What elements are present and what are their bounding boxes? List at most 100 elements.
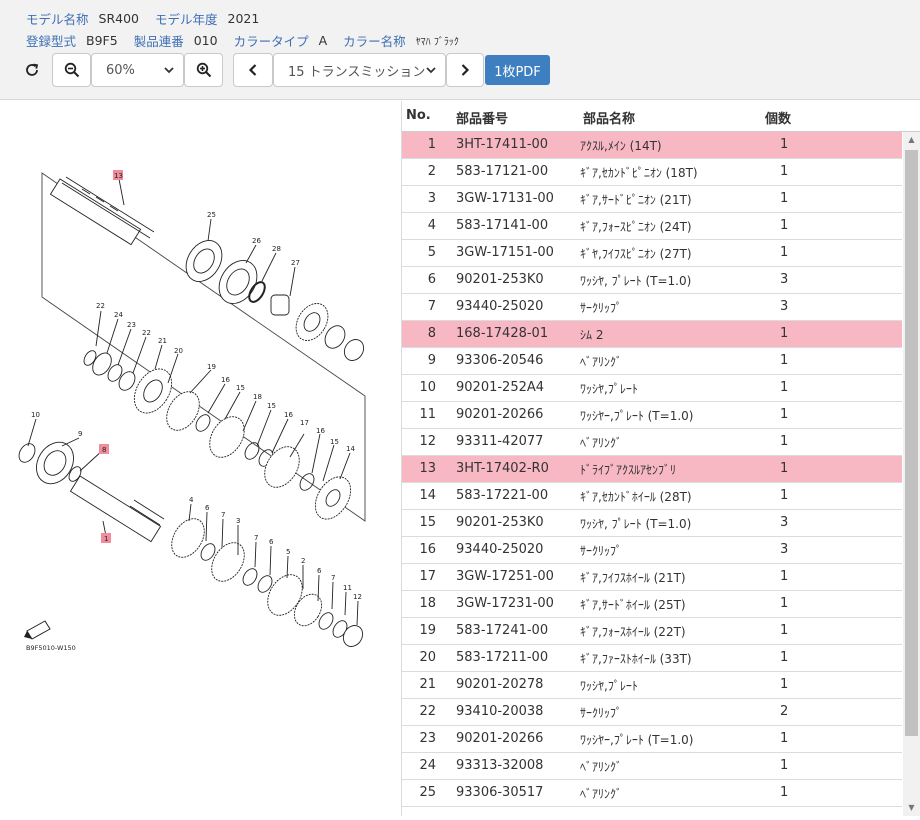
table-row[interactable]: 6 90201-253K0 ﾜｯｼﾔ, ﾌﾟﾚｰﾄ (T=1.0) 3: [402, 267, 902, 294]
quantity: 1: [780, 623, 789, 638]
part-name: ｱｸｽﾙ,ﾒｲﾝ (14T): [580, 139, 662, 153]
svg-text:7: 7: [221, 511, 225, 519]
table-row[interactable]: 15 90201-253K0 ﾜｯｼﾔ, ﾌﾟﾚｰﾄ (T=1.0) 3: [402, 510, 902, 537]
model-name-label: モデル名称: [26, 12, 89, 27]
table-row[interactable]: 10 90201-252A4 ﾜｯｼﾔ,ﾌﾟﾚｰﾄ 1: [402, 375, 902, 402]
zoom-select[interactable]: 60%: [91, 53, 184, 87]
table-row[interactable]: 21 90201-20278 ﾜｯｼﾔ,ﾌﾟﾚｰﾄ 1: [402, 672, 902, 699]
quantity: 1: [780, 650, 789, 665]
svg-text:10: 10: [31, 411, 40, 419]
svg-text:6: 6: [269, 538, 274, 546]
table-row[interactable]: 24 93313-32008 ﾍﾞｱﾘﾝｸﾞ 1: [402, 753, 902, 780]
scroll-up-icon[interactable]: ▲: [903, 132, 920, 148]
quantity: 1: [780, 326, 789, 341]
table-scrollbar[interactable]: ▲ ▼: [903, 132, 920, 816]
part-number: 93311-42077: [456, 434, 544, 449]
table-row[interactable]: 19 583-17241-00 ｷﾞｱ,ﾌｫｰｽﾎｲｰﾙ (22T) 1: [402, 618, 902, 645]
svg-text:27: 27: [291, 259, 300, 267]
next-section-button[interactable]: [446, 53, 484, 87]
model-name-value: SR400: [98, 11, 139, 26]
zoom-in-button[interactable]: [184, 53, 223, 87]
table-row[interactable]: 17 3GW-17251-00 ｷﾞｱ,ﾌｲﾌｽﾎｲｰﾙ (21T) 1: [402, 564, 902, 591]
table-row[interactable]: 14 583-17221-00 ｷﾞｱ,ｾｶﾝﾄﾞﾎｲｰﾙ (28T) 1: [402, 483, 902, 510]
quantity: 1: [780, 785, 789, 800]
table-row[interactable]: 12 93311-42077 ﾍﾞｱﾘﾝｸﾞ 1: [402, 429, 902, 456]
table-row[interactable]: 18 3GW-17231-00 ｷﾞｱ,ｻｰﾄﾞﾎｲｰﾙ (25T) 1: [402, 591, 902, 618]
model-info-row: モデル名称 SR400 モデル年度 2021: [26, 9, 275, 28]
quantity: 1: [780, 191, 789, 206]
scrollbar-thumb[interactable]: [905, 150, 918, 736]
table-row[interactable]: 25 93306-30517 ﾍﾞｱﾘﾝｸﾞ 1: [402, 780, 902, 807]
prev-section-button[interactable]: [233, 53, 273, 87]
callout-13: 13: [114, 172, 123, 180]
part-name: ｷﾞﾔ,ﾌｲﾌｽﾋﾟﾆｵﾝ (27T): [580, 247, 692, 261]
section-select-value: 15 トランスミッション: [288, 64, 426, 80]
table-row[interactable]: 5 3GW-17151-00 ｷﾞﾔ,ﾌｲﾌｽﾋﾟﾆｵﾝ (27T) 1: [402, 240, 902, 267]
svg-text:15: 15: [267, 402, 276, 410]
svg-text:18: 18: [253, 393, 262, 401]
table-row[interactable]: 16 93440-25020 ｻｰｸﾘｯﾌﾟ 3: [402, 537, 902, 564]
parts-table-header: No. 部品番号 部品名称 個数: [402, 101, 920, 132]
table-row[interactable]: 8 168-17428-01 ｼﾑ 2 1: [402, 321, 902, 348]
callout-1: 1: [104, 535, 108, 543]
zoom-out-button[interactable]: [52, 53, 91, 87]
callout-8: 8: [102, 446, 106, 454]
serial-label: 製品連番: [133, 34, 184, 49]
reg-type-label: 登録型式: [26, 34, 77, 49]
part-name: ｻｰｸﾘｯﾌﾟ: [580, 544, 623, 558]
quantity: 3: [780, 515, 789, 530]
part-name: ｷﾞｱ,ｾｶﾝﾄﾞﾎｲｰﾙ (28T): [580, 490, 692, 504]
quantity: 1: [780, 569, 789, 584]
col-header-part-name: 部品名称: [583, 112, 636, 127]
diagram-code: B9F5010-W150: [26, 644, 76, 652]
table-row[interactable]: 9 93306-20546 ﾍﾞｱﾘﾝｸﾞ 1: [402, 348, 902, 375]
row-number: 15: [419, 515, 436, 530]
section-select[interactable]: 15 トランスミッション: [273, 53, 446, 87]
part-number: 93313-32008: [456, 758, 544, 773]
table-row[interactable]: 4 583-17141-00 ｷﾞｱ,ﾌｫｰｽﾋﾟﾆｵﾝ (24T) 1: [402, 213, 902, 240]
svg-text:7: 7: [331, 574, 335, 582]
part-number: 93306-30517: [456, 785, 544, 800]
table-row[interactable]: 1 3HT-17411-00 ｱｸｽﾙ,ﾒｲﾝ (14T) 1: [402, 132, 902, 159]
row-number: 12: [419, 434, 436, 449]
quantity: 2: [780, 704, 789, 719]
model-year-value: 2021: [227, 11, 260, 26]
row-number: 19: [419, 623, 436, 638]
table-row[interactable]: 20 583-17211-00 ｷﾞｱ,ﾌｧｰｽﾄﾎｲｰﾙ (33T) 1: [402, 645, 902, 672]
part-number: 90201-253K0: [456, 272, 544, 287]
quantity: 1: [780, 380, 789, 395]
svg-text:16: 16: [316, 427, 325, 435]
part-number: 93440-25020: [456, 542, 544, 557]
row-number: 25: [419, 785, 436, 800]
part-13-shaft: [49, 176, 155, 246]
color-name-value: ﾔﾏﾊ ﾌﾞﾗｯｸ: [415, 37, 459, 48]
quantity: 1: [780, 461, 789, 476]
table-row[interactable]: 2 583-17121-00 ｷﾞｱ,ｾｶﾝﾄﾞﾋﾟﾆｵﾝ (18T) 1: [402, 159, 902, 186]
svg-text:22: 22: [142, 329, 151, 337]
row-number: 1: [427, 137, 436, 152]
svg-text:17: 17: [300, 419, 309, 427]
table-row[interactable]: 23 90201-20266 ﾜｯｼﾔｰ,ﾌﾟﾚｰﾄ (T=1.0) 1: [402, 726, 902, 753]
refresh-button[interactable]: [14, 53, 50, 87]
part-number: 3GW-17131-00: [456, 191, 554, 206]
table-row[interactable]: 11 90201-20266 ﾜｯｼﾔｰ,ﾌﾟﾚｰﾄ (T=1.0) 1: [402, 402, 902, 429]
table-row[interactable]: 13 3HT-17402-R0 ﾄﾞﾗｲﾌﾞｱｸｽﾙｱｾﾝﾌﾞﾘ 1: [402, 456, 902, 483]
svg-text:7: 7: [254, 534, 258, 542]
table-row[interactable]: 7 93440-25020 ｻｰｸﾘｯﾌﾟ 3: [402, 294, 902, 321]
parts-diagram-panel: 13 25 26 28 27 22 24 23 22 21 20 19 16 15 18 15 16 1…: [0, 101, 401, 816]
scroll-down-icon[interactable]: ▼: [903, 800, 920, 816]
registration-info-row: 登録型式 B9F5 製品連番 010 カラータイプ A カラー名称 ﾔﾏﾊ ﾌﾞ…: [26, 31, 475, 50]
single-page-pdf-button[interactable]: 1枚PDF: [485, 55, 550, 85]
part-number: 90201-253K0: [456, 515, 544, 530]
svg-text:6: 6: [205, 504, 210, 512]
table-row[interactable]: 3 3GW-17131-00 ｷﾞｱ,ｻｰﾄﾞﾋﾟﾆｵﾝ (21T) 1: [402, 186, 902, 213]
part-number: 3GW-17151-00: [456, 245, 554, 260]
part-name: ﾍﾞｱﾘﾝｸﾞ: [580, 760, 623, 774]
zoom-out-icon: [64, 62, 79, 78]
svg-text:26: 26: [252, 237, 261, 245]
refresh-icon: [26, 63, 39, 76]
part-name: ｷﾞｱ,ｾｶﾝﾄﾞﾋﾟﾆｵﾝ (18T): [580, 166, 698, 180]
table-row[interactable]: 22 93410-20038 ｻｰｸﾘｯﾌﾟ 2: [402, 699, 902, 726]
zoom-select-value: 60%: [106, 62, 135, 78]
part-name: ﾜｯｼﾔ,ﾌﾟﾚｰﾄ: [580, 382, 638, 396]
